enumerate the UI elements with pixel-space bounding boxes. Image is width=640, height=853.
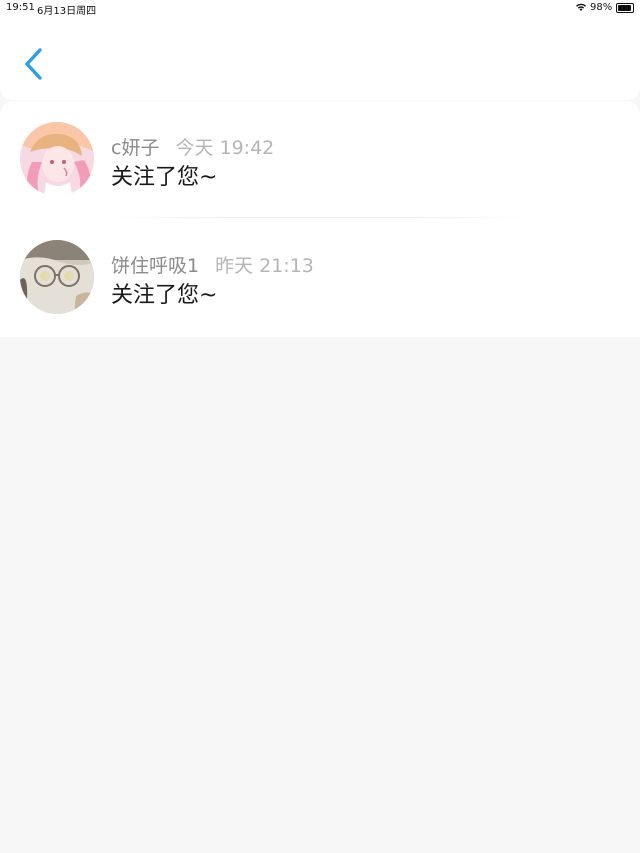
notification-header: 饼住呼吸1 昨天 21:13: [111, 251, 314, 278]
status-date: 6月13日周四: [37, 6, 97, 17]
user-name[interactable]: 饼住呼吸1: [111, 255, 199, 277]
notification-header: c妍子 今天 19:42: [111, 133, 274, 160]
battery-percent: 98%: [590, 2, 613, 13]
avatar[interactable]: [20, 122, 94, 196]
wifi-icon: [575, 2, 587, 15]
chevron-left-icon[interactable]: [18, 44, 52, 84]
nav-header: [0, 16, 640, 100]
avatar[interactable]: [20, 240, 94, 314]
notification-message: 关注了您~: [111, 165, 218, 190]
status-bar: 19:51 6月13日周四 98%: [0, 0, 640, 17]
notification-message: 关注了您~: [111, 283, 218, 308]
divider: [110, 217, 530, 218]
user-name[interactable]: c妍子: [111, 137, 159, 159]
battery-icon: [616, 3, 634, 13]
notification-time: 昨天 21:13: [215, 255, 314, 277]
back-button[interactable]: [18, 44, 52, 84]
notification-time: 今天 19:42: [175, 137, 275, 159]
notification-list: c妍子 今天 19:42 关注了您~ 饼住呼吸1 昨天 21:13 关注了您~: [0, 101, 640, 337]
status-time: 19:51: [6, 2, 35, 13]
list-item[interactable]: c妍子 今天 19:42 关注了您~: [0, 101, 640, 219]
list-item[interactable]: 饼住呼吸1 昨天 21:13 关注了您~: [0, 219, 640, 337]
